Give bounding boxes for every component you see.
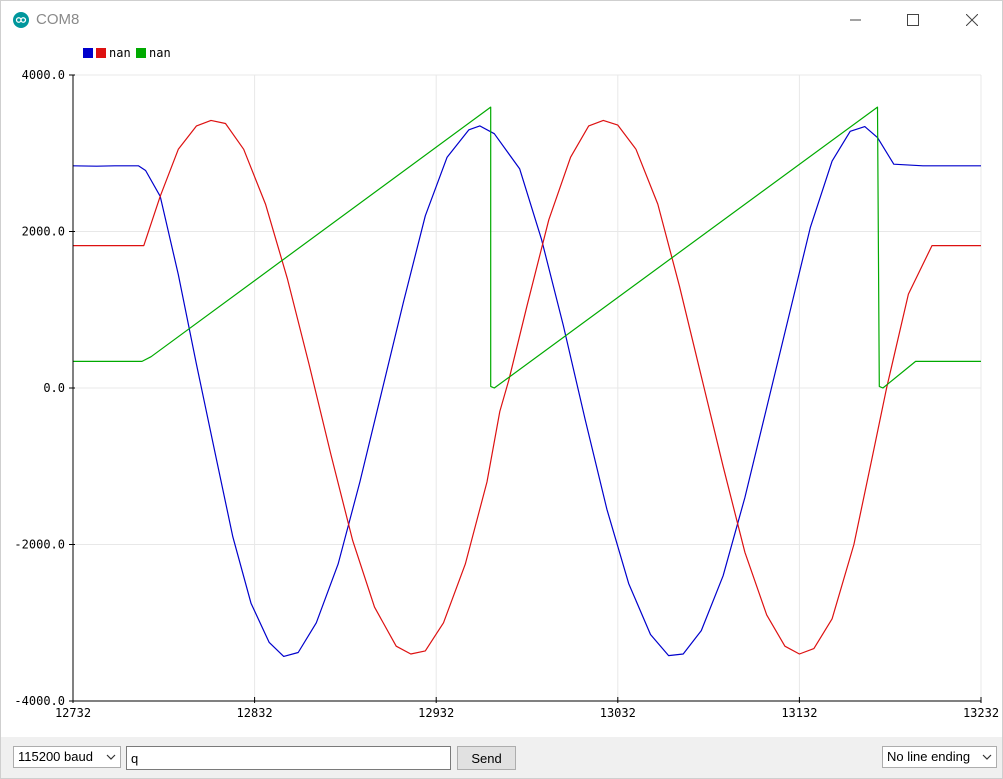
- serial-input[interactable]: [126, 746, 451, 770]
- minimize-icon: [850, 19, 861, 21]
- legend-swatch-green: [136, 48, 146, 58]
- chevron-down-icon: [982, 754, 992, 760]
- title-bar: COM8: [1, 1, 1002, 39]
- x-tick-label: 13032: [600, 706, 636, 720]
- arduino-logo-icon: [13, 12, 29, 28]
- axes: -4000.0-2000.00.02000.04000.012732 12832 1…: [14, 68, 999, 720]
- x-tick-label: 13232: [963, 706, 999, 720]
- maximize-button[interactable]: [890, 1, 936, 39]
- close-icon: [966, 14, 978, 26]
- plot-series: [72, 106, 981, 658]
- maximize-icon: [907, 14, 919, 26]
- bottom-toolbar: 115200 baud Send No line ending: [1, 737, 1002, 778]
- legend-label: nan: [109, 46, 131, 60]
- baud-rate-value: 115200 baud: [18, 749, 93, 764]
- window-title: COM8: [36, 11, 80, 28]
- send-button[interactable]: Send: [457, 746, 516, 770]
- x-tick-label: 12732: [55, 706, 91, 720]
- close-button[interactable]: [949, 1, 995, 39]
- legend-swatch-red: [96, 48, 106, 58]
- baud-rate-select[interactable]: 115200 baud: [13, 746, 121, 768]
- serial-plotter-window: COM8 -4000.0 -2000.0 0.0 2000.0 4000.0 12732 1…: [0, 0, 1003, 779]
- serial-plot: -4000.0-2000.00.02000.04000.012732 12832 1…: [14, 46, 999, 720]
- legend-swatch-blue: [83, 48, 93, 58]
- series-line-3: [73, 106, 981, 389]
- chevron-down-icon: [106, 754, 116, 760]
- x-tick-label: 13132: [781, 706, 817, 720]
- y-tick-label: 2000.0: [22, 225, 65, 239]
- grid: [73, 74, 982, 701]
- minimize-button[interactable]: [833, 1, 879, 39]
- x-tick-label: 12932: [418, 706, 454, 720]
- y-tick-label: 4000.0: [22, 68, 65, 82]
- line-ending-value: No line ending: [887, 749, 971, 764]
- x-tick-label: 12832: [237, 706, 273, 720]
- y-tick-label: -2000.0: [14, 538, 65, 552]
- legend: nan nan: [83, 46, 171, 60]
- plot-area: -4000.0 -2000.0 0.0 2000.0 4000.0 12732 12832 1…: [1, 39, 1002, 737]
- series-line-2: [73, 119, 981, 655]
- line-ending-select[interactable]: No line ending: [882, 746, 997, 768]
- y-tick-label: 0.0: [43, 381, 65, 395]
- legend-label: nan: [149, 46, 171, 60]
